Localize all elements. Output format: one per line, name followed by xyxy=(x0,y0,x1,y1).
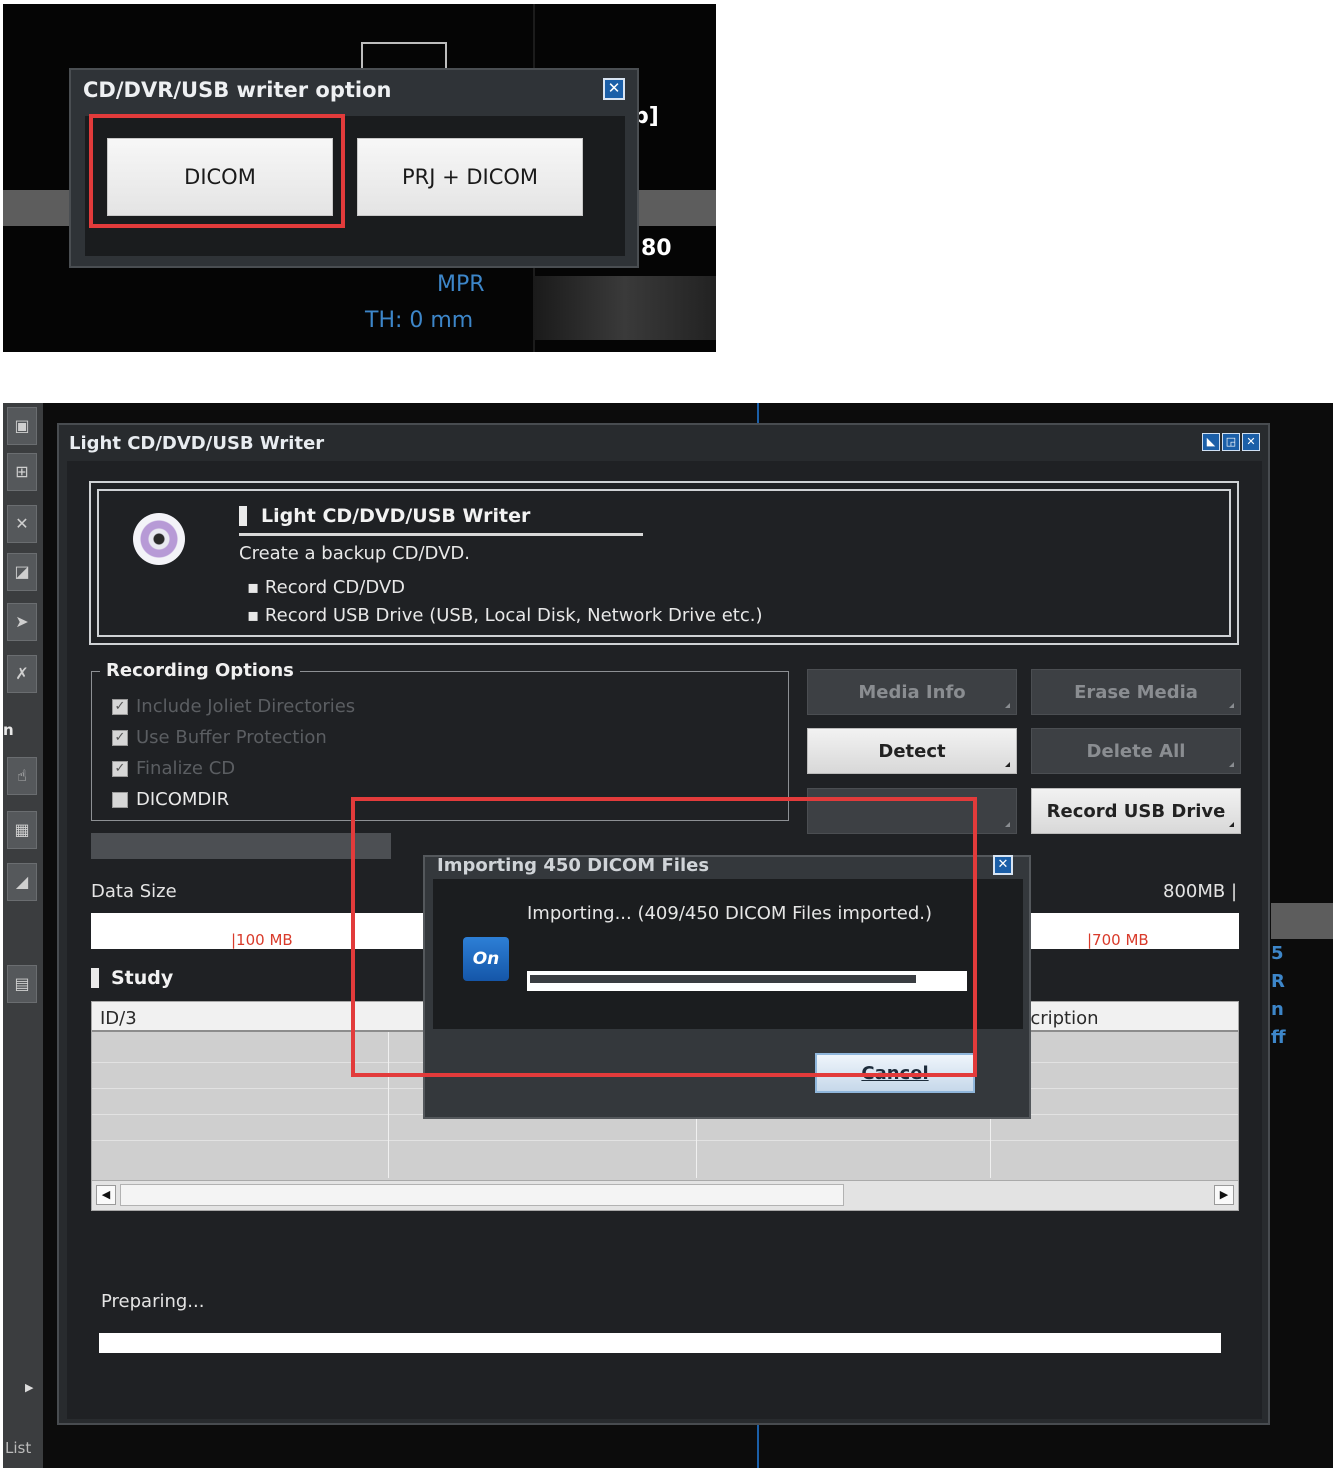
toolbar-icon[interactable]: ◪ xyxy=(7,553,37,591)
close-icon[interactable]: ✕ xyxy=(1242,433,1260,451)
checkbox-icon: ✓ xyxy=(112,760,128,777)
close-icon[interactable]: ✕ xyxy=(603,78,625,100)
side-char: n xyxy=(1271,999,1284,1020)
writer-screenshot: ▣ ⊞ ✕ ◪ ➤ ✗ n ☝ ▦ ◢ ▤ ▶ List 5 R n ff Li… xyxy=(3,403,1333,1468)
background-frame xyxy=(361,42,447,70)
media-info-button[interactable]: Media Info xyxy=(807,669,1017,715)
layers-icon[interactable]: ▦ xyxy=(7,811,37,849)
highlight-box xyxy=(89,114,345,228)
data-size-label: Data Size xyxy=(91,881,177,902)
size-tick: |100 MB xyxy=(231,931,293,949)
header-divider xyxy=(239,533,643,536)
save-icon[interactable]: ▤ xyxy=(7,965,37,1003)
pointer-icon[interactable]: ➤ xyxy=(7,603,37,641)
record-usb-drive-button[interactable]: Record USB Drive xyxy=(1031,788,1241,834)
horizontal-scrollbar[interactable]: ◀ ▶ xyxy=(92,1180,1238,1210)
background-bar xyxy=(1271,903,1333,939)
background-bar-right xyxy=(639,190,716,226)
writer-window: Light CD/DVD/USB Writer ◣ ◲ ✕ Light CD/D… xyxy=(57,423,1270,1425)
option-screenshot: p] 80 MPR TH: 0 mm CD/DVR/USB writer opt… xyxy=(3,4,716,352)
wrench-icon[interactable]: ✕ xyxy=(7,505,37,543)
mpr-label: MPR xyxy=(437,272,485,297)
study-title: Study xyxy=(91,967,173,989)
left-toolbar: ▣ ⊞ ✕ ◪ ➤ ✗ n ☝ ▦ ◢ ▤ ▶ List xyxy=(3,403,43,1468)
blurred-region xyxy=(533,276,716,340)
thickness-label: TH: 0 mm xyxy=(365,308,474,333)
restore-icon[interactable]: ◲ xyxy=(1222,433,1240,451)
buffer-protection-checkbox[interactable]: ✓ Use Buffer Protection xyxy=(112,727,327,748)
overall-progress-bar xyxy=(99,1333,1221,1353)
scroll-thumb[interactable] xyxy=(120,1184,844,1206)
media-status-bar xyxy=(91,833,391,859)
disc-icon xyxy=(133,513,185,565)
side-char: 5 xyxy=(1271,943,1284,964)
expand-arrow-icon[interactable]: ▶ xyxy=(25,1381,33,1394)
toolbar-icon[interactable]: ⊞ xyxy=(7,453,37,491)
cross-icon[interactable]: ✗ xyxy=(7,655,37,693)
status-text: Preparing... xyxy=(101,1291,205,1312)
delete-all-button[interactable]: Delete All xyxy=(1031,728,1241,774)
window-controls: ◣ ◲ ✕ xyxy=(1202,433,1260,451)
table-row[interactable] xyxy=(92,1140,1238,1141)
header-bullet: ▪ Record CD/DVD xyxy=(247,577,406,598)
header-title: Light CD/DVD/USB Writer xyxy=(239,505,530,527)
side-char: R xyxy=(1271,971,1285,992)
minimize-icon[interactable]: ◣ xyxy=(1202,433,1220,451)
recording-options-legend: Recording Options xyxy=(100,660,300,681)
size-tick: |700 MB xyxy=(1087,931,1149,949)
window-title: Light CD/DVD/USB Writer xyxy=(69,433,325,454)
close-icon[interactable]: ✕ xyxy=(993,855,1013,875)
list-label: List xyxy=(5,1439,32,1457)
header-panel: Light CD/DVD/USB Writer Create a backup … xyxy=(89,481,1239,645)
detect-button[interactable]: Detect xyxy=(807,728,1017,774)
header-subtitle: Create a backup CD/DVD. xyxy=(239,543,470,564)
toolbar-icon[interactable]: ▣ xyxy=(7,407,37,445)
crosshair-line xyxy=(757,1425,759,1468)
scroll-left-icon[interactable]: ◀ xyxy=(96,1185,116,1205)
sidebar-label: n xyxy=(3,721,14,739)
writer-client-area: Light CD/DVD/USB Writer Create a backup … xyxy=(67,461,1262,1419)
column-header-id[interactable]: ID/3 xyxy=(100,1008,137,1029)
background-bar-left xyxy=(3,190,73,226)
toolbar-icon[interactable]: ◢ xyxy=(7,863,37,901)
erase-media-button[interactable]: Erase Media xyxy=(1031,669,1241,715)
hand-icon[interactable]: ☝ xyxy=(7,757,37,795)
checkbox-icon: ✓ xyxy=(112,729,128,746)
header-inner: Light CD/DVD/USB Writer Create a backup … xyxy=(97,489,1231,637)
dicomdir-checkbox[interactable]: DICOMDIR xyxy=(112,789,229,810)
header-bullet: ▪ Record USB Drive (USB, Local Disk, Net… xyxy=(247,605,763,626)
highlight-box xyxy=(351,797,977,1077)
dialog-title: CD/DVR/USB writer option xyxy=(83,78,392,102)
data-size-max: 800MB | xyxy=(1163,881,1238,902)
finalize-cd-checkbox[interactable]: ✓ Finalize CD xyxy=(112,758,235,779)
checkbox-icon: ✓ xyxy=(112,698,128,715)
joliet-checkbox[interactable]: ✓ Include Joliet Directories xyxy=(112,696,355,717)
scroll-right-icon[interactable]: ▶ xyxy=(1214,1185,1234,1205)
prj-dicom-button[interactable]: PRJ + DICOM xyxy=(357,138,583,216)
side-char: ff xyxy=(1271,1027,1286,1048)
checkbox-icon xyxy=(112,791,128,808)
crosshair-line xyxy=(757,403,759,423)
background-number: 80 xyxy=(641,236,672,261)
